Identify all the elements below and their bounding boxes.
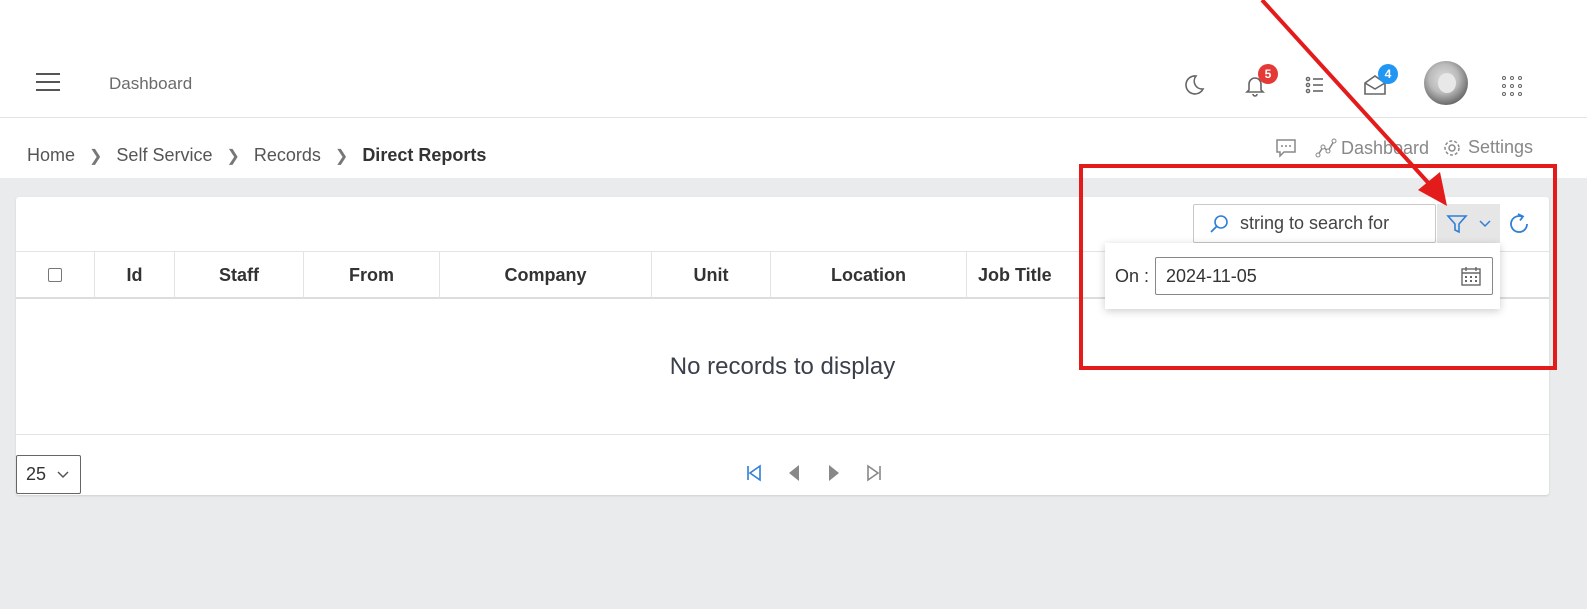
annotation-arrow xyxy=(1260,0,1447,206)
